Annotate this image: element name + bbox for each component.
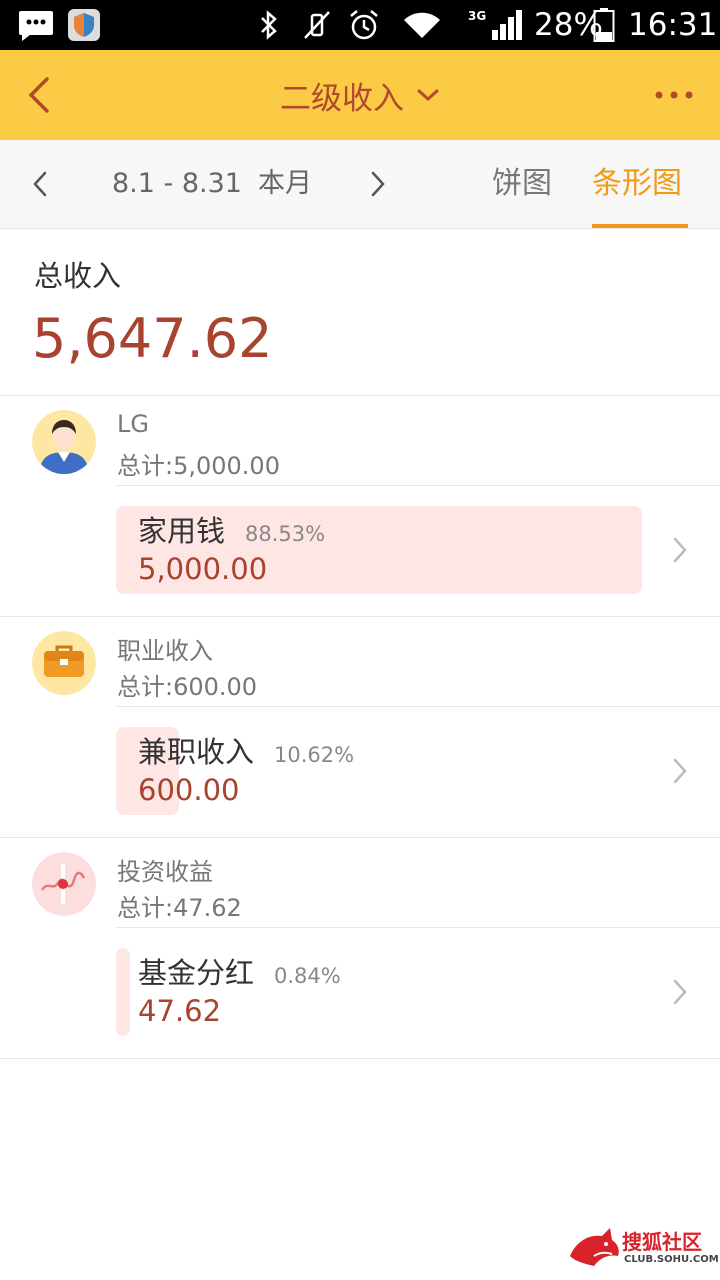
chevron-right-icon — [666, 755, 694, 787]
date-toolbar: 8.1 - 8.31 本月 饼图 条形图 — [0, 140, 720, 229]
chevron-right-icon — [666, 976, 694, 1008]
total-income-summary: 总收入 5,647.62 — [0, 229, 720, 396]
category-group-lg: LG 总计:5,000.00 家用钱 88.53% 5,000.00 — [0, 396, 720, 617]
chevron-left-icon — [33, 171, 47, 197]
briefcase-icon — [32, 631, 96, 695]
group-total: 总计:600.00 — [117, 673, 258, 701]
item-name: 家用钱 — [138, 514, 226, 548]
list-item-part-time-income[interactable]: 兼职收入 10.62% 600.00 — [116, 727, 720, 817]
more-dots-icon — [655, 91, 693, 99]
period-label: 本月 — [257, 168, 312, 199]
tab-pie-chart[interactable]: 饼图 — [492, 140, 552, 228]
prev-period-button[interactable] — [18, 160, 62, 208]
svg-text:3G: 3G — [468, 9, 486, 23]
mute-icon — [300, 8, 334, 42]
message-icon — [18, 8, 54, 42]
back-arrow-icon — [28, 77, 49, 113]
chevron-right-icon — [666, 534, 694, 566]
title-dropdown[interactable]: 二级收入 — [240, 50, 480, 140]
item-value: 600.00 — [138, 773, 240, 807]
status-bar: 3G 28% 16:31 — [0, 0, 720, 50]
date-range-text: 8.1 - 8.31 — [112, 168, 242, 199]
sohu-watermark: 搜狐社区 CLUB.SOHU.COM — [564, 1224, 719, 1274]
signal-icon: 3G — [466, 8, 524, 42]
bluetooth-icon — [256, 8, 282, 42]
category-group-career-income: 职业收入 总计:600.00 兼职收入 10.62% 600.00 — [0, 617, 720, 838]
watermark-text: 搜狐社区 — [622, 1230, 702, 1254]
sohu-fox-logo — [570, 1228, 619, 1266]
divider — [116, 485, 720, 486]
chevron-down-icon — [417, 89, 439, 102]
item-name: 兼职收入 — [138, 735, 255, 769]
clock: 16:31 — [628, 7, 718, 43]
wifi-icon — [402, 8, 442, 42]
item-percent: 0.84% — [274, 964, 341, 988]
app-bar: 二级收入 — [0, 50, 720, 140]
group-total: 总计:47.62 — [117, 894, 242, 922]
more-button[interactable] — [644, 65, 704, 125]
list-item-fund-dividend[interactable]: 基金分红 0.84% 47.62 — [116, 948, 720, 1038]
person-avatar-icon — [32, 410, 96, 474]
item-value: 5,000.00 — [138, 552, 268, 586]
watermark-subtext: CLUB.SOHU.COM — [624, 1254, 719, 1265]
tab-bar-chart[interactable]: 条形图 — [592, 140, 682, 228]
item-percent: 88.53% — [245, 522, 326, 546]
date-range[interactable]: 8.1 - 8.31 本月 — [112, 140, 312, 228]
group-name: 投资收益 — [117, 858, 213, 886]
group-name: LG — [117, 410, 149, 438]
battery-icon — [592, 8, 616, 42]
active-tab-indicator — [592, 224, 688, 228]
category-group-investment-income: 投资收益 总计:47.62 基金分红 0.84% 47.62 — [0, 838, 720, 1059]
item-percent: 10.62% — [274, 743, 355, 767]
total-income-label: 总收入 — [34, 259, 122, 293]
item-name: 基金分红 — [138, 956, 255, 990]
divider — [116, 706, 720, 707]
item-value: 47.62 — [138, 994, 222, 1028]
shield-app-icon — [66, 8, 102, 42]
total-income-amount: 5,647.62 — [32, 307, 273, 370]
next-period-button[interactable] — [356, 160, 400, 208]
back-button[interactable] — [10, 65, 70, 125]
share-bar — [116, 948, 130, 1036]
page-title: 二级收入 — [280, 80, 404, 117]
stock-chart-icon — [32, 852, 96, 916]
group-name: 职业收入 — [117, 637, 213, 665]
group-total: 总计:5,000.00 — [117, 452, 280, 480]
list-item-household-money[interactable]: 家用钱 88.53% 5,000.00 — [116, 506, 720, 596]
chevron-right-icon — [371, 171, 385, 197]
divider — [116, 927, 720, 928]
alarm-icon — [346, 8, 382, 42]
